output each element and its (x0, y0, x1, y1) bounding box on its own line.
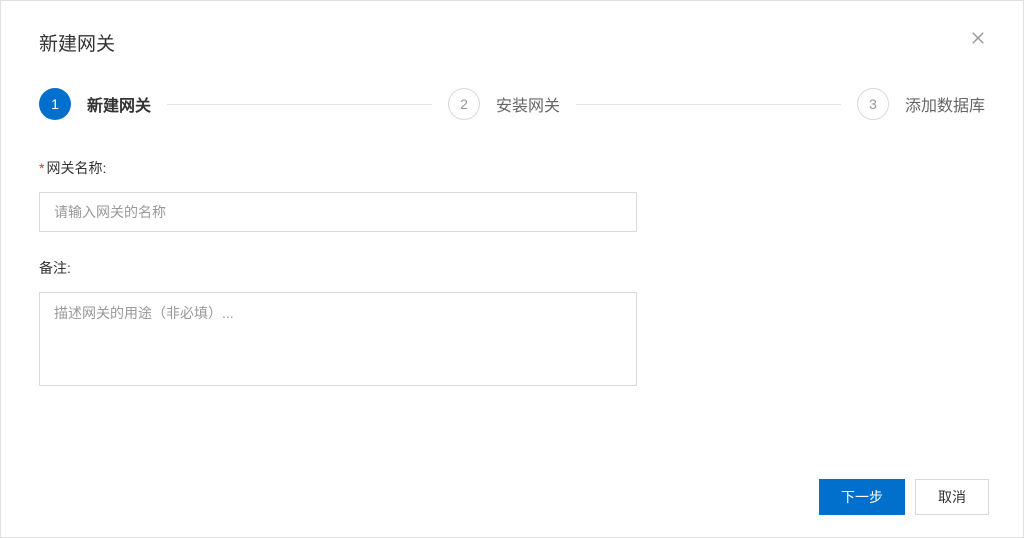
step-2-circle: 2 (448, 88, 480, 120)
step-2: 2 安装网关 (448, 88, 560, 120)
step-3: 3 添加数据库 (857, 88, 985, 120)
create-gateway-modal: 新建网关 1 新建网关 2 安装网关 3 添加数据库 *网关名称: (0, 0, 1024, 538)
next-button[interactable]: 下一步 (819, 479, 905, 515)
gateway-name-input[interactable] (39, 192, 637, 232)
step-1-circle: 1 (39, 88, 71, 120)
stepper: 1 新建网关 2 安装网关 3 添加数据库 (1, 56, 1023, 120)
remark-field: 备注: (39, 258, 985, 391)
modal-title: 新建网关 (39, 29, 985, 56)
cancel-button[interactable]: 取消 (915, 479, 989, 515)
step-line-2 (576, 104, 841, 105)
step-3-circle: 3 (857, 88, 889, 120)
step-1: 1 新建网关 (39, 88, 151, 120)
close-button[interactable] (969, 29, 989, 49)
gateway-name-label: *网关名称: (39, 158, 985, 178)
modal-header: 新建网关 (1, 1, 1023, 56)
step-1-label: 新建网关 (87, 92, 151, 116)
remark-input[interactable] (39, 292, 637, 386)
remark-label: 备注: (39, 258, 985, 278)
close-icon (969, 29, 987, 47)
step-2-label: 安装网关 (496, 92, 560, 116)
required-mark: * (39, 160, 44, 176)
step-3-label: 添加数据库 (905, 92, 985, 116)
modal-footer: 下一步 取消 (1, 457, 1023, 537)
form-body: *网关名称: 备注: (1, 120, 1023, 391)
step-line-1 (167, 104, 432, 105)
gateway-name-field: *网关名称: (39, 158, 985, 232)
